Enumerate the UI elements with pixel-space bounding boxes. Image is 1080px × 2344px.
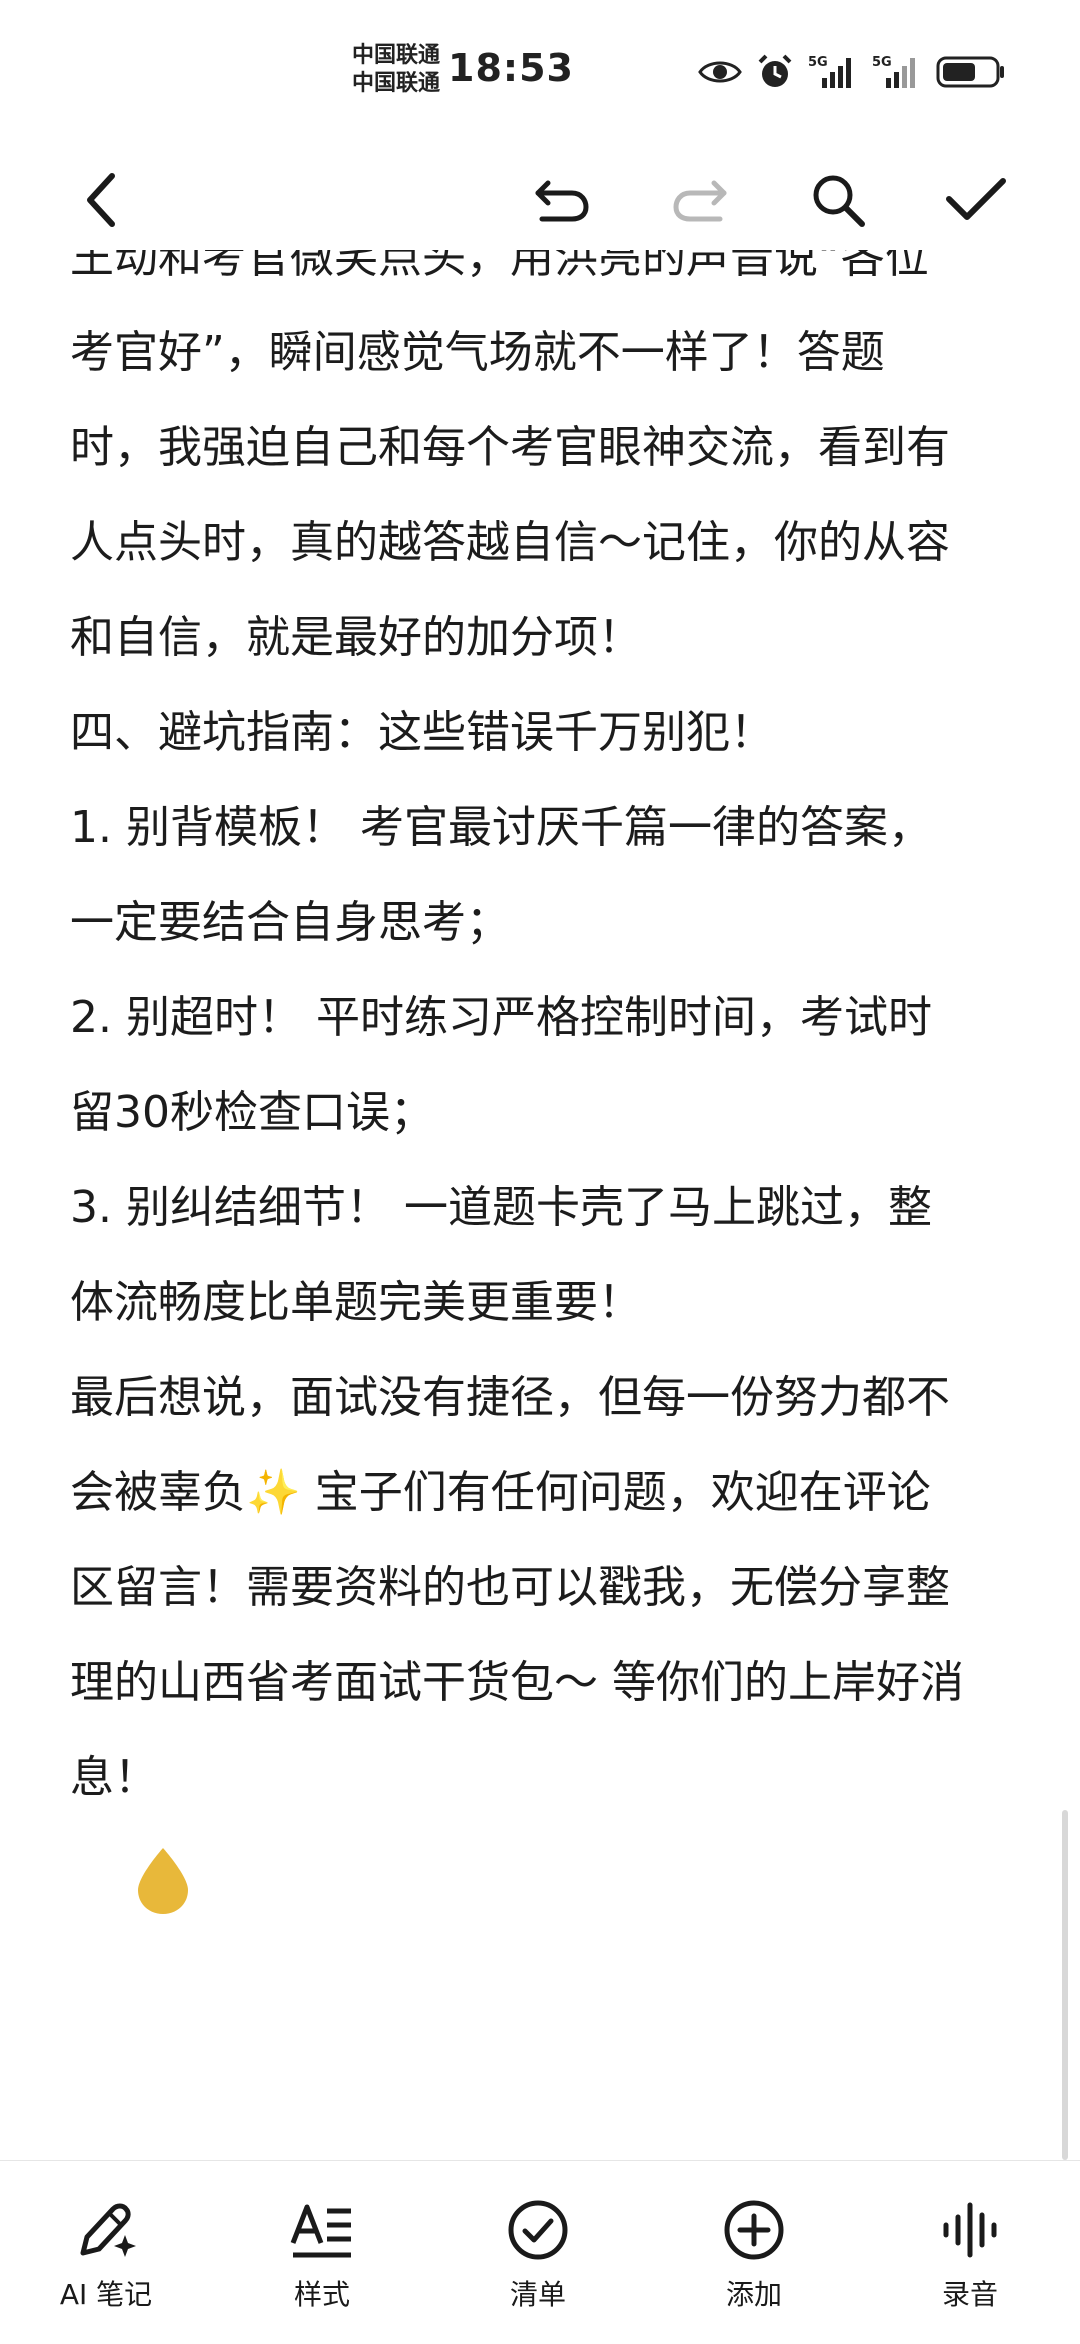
- status-time: 18:53: [448, 46, 574, 90]
- ai-notes-label: AI 笔记: [59, 2278, 153, 2311]
- note-body[interactable]: 王动和考官微笑点头，用洪亮的声音说“各位 考官好”，瞬间感觉气场就不一样了！答题时…: [70, 250, 1020, 1825]
- checklist-icon: [505, 2197, 571, 2263]
- note-editor-screen: 中国联通 中国联通 18:53 5G 5G 王动和考官微笑点头，用洪亮的声音说“…: [0, 0, 1080, 2344]
- redo-icon: [673, 180, 727, 222]
- add-label: 添加: [725, 2278, 782, 2311]
- carrier-2: 中国联通: [352, 71, 441, 96]
- redo-button[interactable]: [668, 168, 732, 232]
- record-label: 录音: [941, 2278, 998, 2311]
- battery-icon: [936, 55, 1006, 89]
- checklist-button[interactable]: 清单: [458, 2197, 618, 2313]
- ai-pen-icon: [73, 2197, 139, 2263]
- network-label-2: 5G: [872, 55, 892, 70]
- note-text-line[interactable]: 会被辜负✨ 宝子们有任何问题，欢迎在评论: [70, 1445, 1020, 1540]
- undo-icon: [535, 180, 589, 222]
- note-text-line[interactable]: 人点头时，真的越答越自信～记住，你的从容: [70, 495, 1020, 590]
- back-button[interactable]: [70, 168, 134, 232]
- note-text-line[interactable]: 时，我强迫自己和每个考官眼神交流，看到有: [70, 400, 1020, 495]
- checklist-label: 清单: [509, 2278, 566, 2311]
- style-button[interactable]: 样式: [242, 2197, 402, 2313]
- add-icon: [721, 2197, 787, 2263]
- ai-notes-button[interactable]: AI 笔记: [26, 2197, 186, 2313]
- note-text-line[interactable]: 体流畅度比单题完美更重要！: [70, 1255, 1020, 1350]
- signal-icon: 5G: [872, 54, 922, 90]
- network-label-1: 5G: [808, 55, 828, 70]
- note-text-line[interactable]: 最后想说，面试没有捷径，但每一份努力都不: [70, 1350, 1020, 1445]
- text-style-icon: [289, 2197, 355, 2263]
- scrollbar[interactable]: [1062, 1810, 1068, 2160]
- done-button[interactable]: [944, 168, 1008, 232]
- note-text-line[interactable]: 考官好”，瞬间感觉气场就不一样了！答题: [70, 305, 1020, 400]
- eye-icon: [698, 57, 742, 87]
- status-icons: 5G 5G: [698, 52, 1006, 92]
- undo-button[interactable]: [530, 168, 594, 232]
- record-audio-icon: [937, 2197, 1003, 2263]
- carrier-1: 中国联通: [352, 43, 441, 68]
- add-button[interactable]: 添加: [674, 2197, 834, 2313]
- note-text-line[interactable]: 2. 别超时！ 平时练习严格控制时间，考试时: [70, 970, 1020, 1065]
- note-text-line[interactable]: 王动和考官微笑点头，用洪亮的声音说“各位: [70, 250, 1020, 305]
- search-icon: [813, 175, 865, 227]
- note-text-line[interactable]: 理的山西省考面试干货包～ 等你们的上岸好消: [70, 1635, 1020, 1730]
- check-icon: [946, 178, 1006, 220]
- note-text-line[interactable]: 息！: [70, 1730, 1020, 1825]
- search-button[interactable]: [806, 168, 870, 232]
- signal-icon: 5G: [808, 54, 858, 90]
- note-text-line[interactable]: 1. 别背模板！ 考官最讨厌千篇一律的答案，: [70, 780, 1020, 875]
- note-text-line[interactable]: 四、避坑指南：这些错误千万别犯！: [70, 685, 1020, 780]
- note-text-line[interactable]: 3. 别纠结细节！ 一道题卡壳了马上跳过，整: [70, 1160, 1020, 1255]
- note-text-line[interactable]: 一定要结合自身思考；: [70, 875, 1020, 970]
- text-cursor-handle[interactable]: [134, 1846, 192, 1916]
- record-button[interactable]: 录音: [890, 2197, 1050, 2313]
- note-text-line[interactable]: 留30秒检查口误；: [70, 1065, 1020, 1160]
- alarm-icon: [756, 53, 794, 91]
- carrier-labels: 中国联通 中国联通: [352, 42, 440, 98]
- note-text-line[interactable]: 区留言！需要资料的也可以戳我，无偿分享整: [70, 1540, 1020, 1635]
- status-bar: 中国联通 中国联通 18:53 5G 5G: [0, 0, 1080, 140]
- bottom-toolbar: AI 笔记 样式 清单 添加 录音: [0, 2160, 1080, 2344]
- back-arrow-icon: [87, 173, 115, 227]
- style-label: 样式: [293, 2278, 350, 2311]
- editor-toolbar: [0, 150, 1080, 250]
- note-text-line[interactable]: 和自信，就是最好的加分项！: [70, 590, 1020, 685]
